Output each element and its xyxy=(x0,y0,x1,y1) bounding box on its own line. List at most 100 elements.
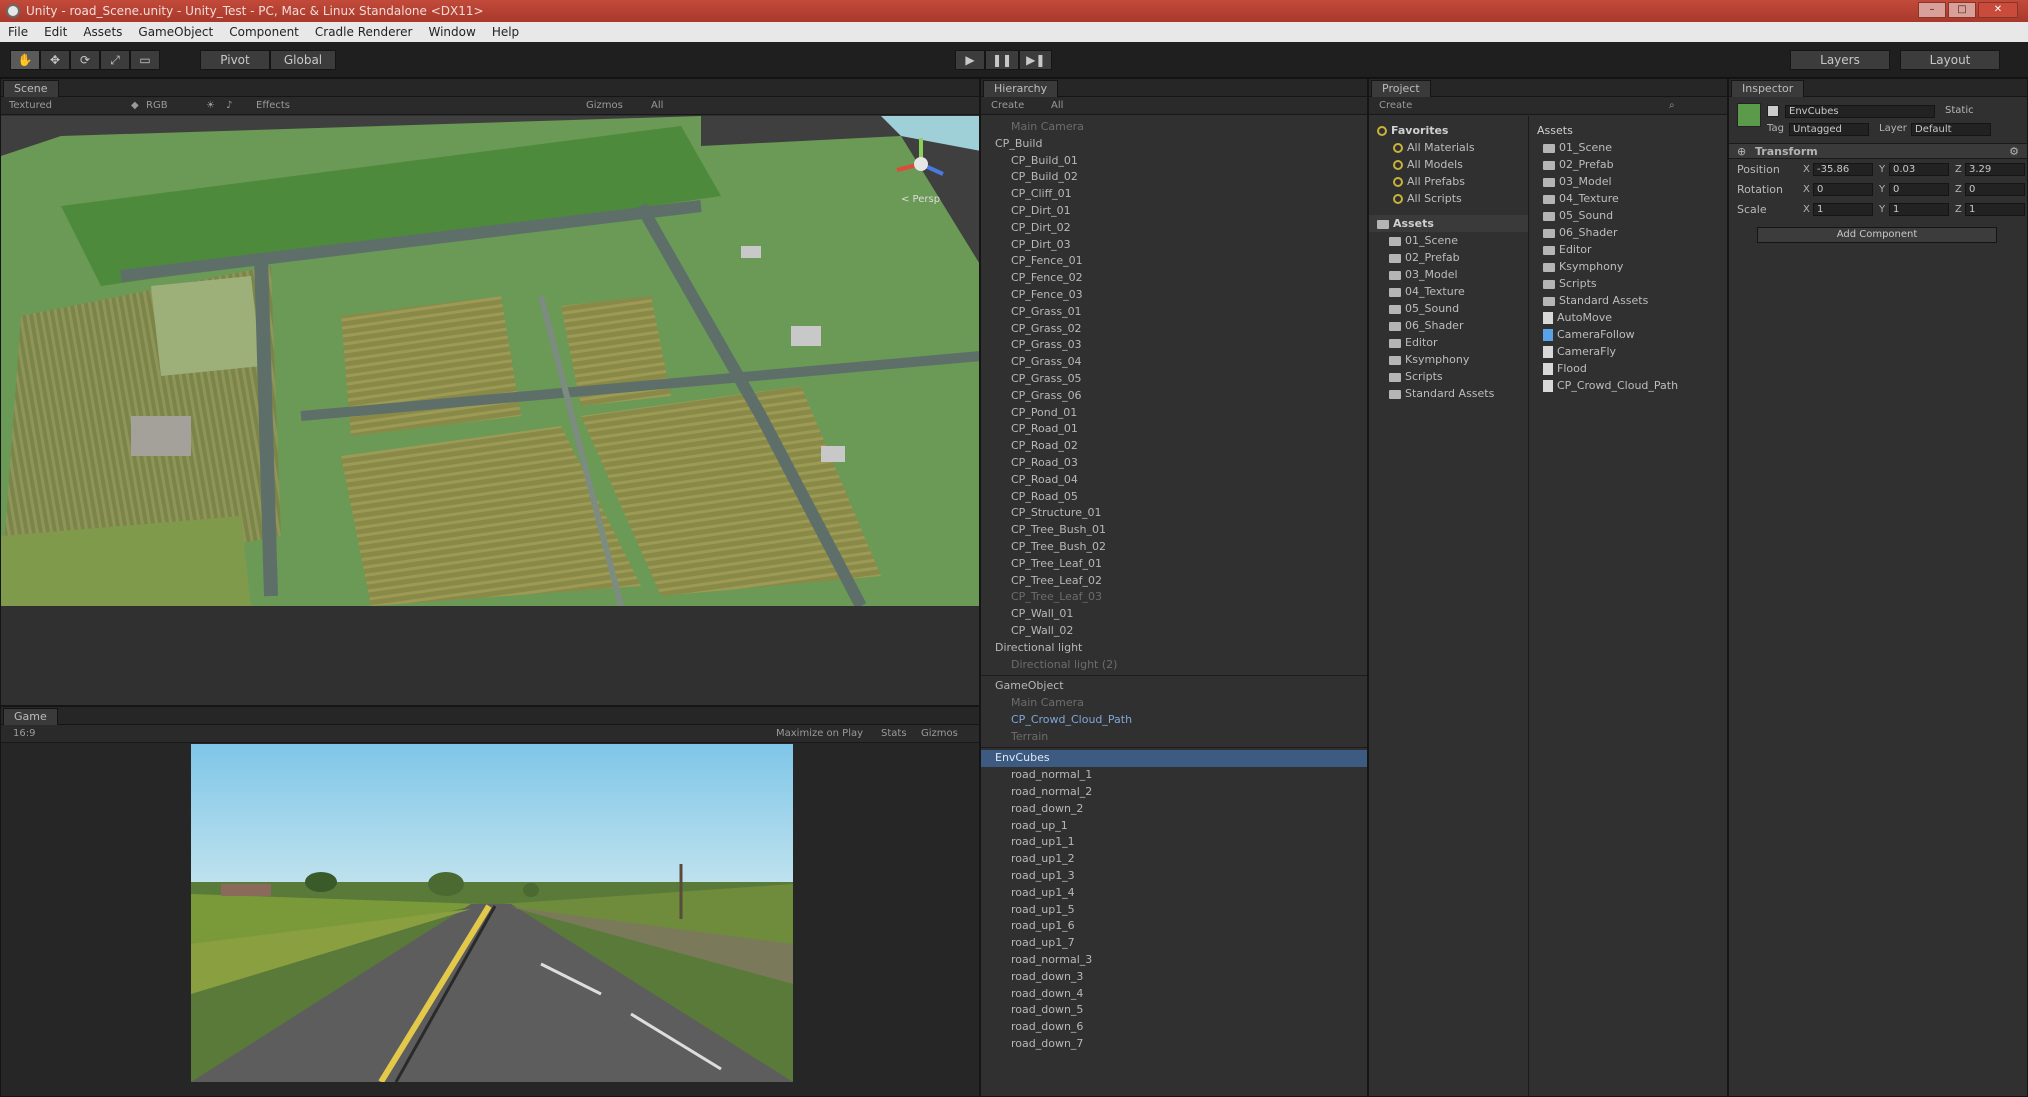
asset-item[interactable]: Ksymphony xyxy=(1531,258,1727,275)
layers-dropdown[interactable]: Layers xyxy=(1790,50,1890,70)
asset-item[interactable]: Standard Assets xyxy=(1531,292,1727,309)
folder-tree-item[interactable]: 02_Prefab xyxy=(1369,249,1528,266)
transform-scale-z-field[interactable]: 1 xyxy=(1965,203,2025,216)
hand-icon[interactable]: ✋ xyxy=(10,50,40,70)
hierarchy-item[interactable]: CP_Grass_02 xyxy=(981,321,1367,338)
game-gizmos-dropdown[interactable]: Gizmos xyxy=(921,728,958,739)
asset-item[interactable]: 03_Model xyxy=(1531,173,1727,190)
asset-item[interactable]: 04_Texture xyxy=(1531,190,1727,207)
hierarchy-item[interactable]: road_normal_1 xyxy=(981,767,1367,784)
hierarchy-item[interactable]: Directional light (2) xyxy=(981,657,1367,674)
hierarchy-item[interactable]: CP_Tree_Bush_02 xyxy=(981,539,1367,556)
hierarchy-item[interactable]: CP_Build_02 xyxy=(981,169,1367,186)
rotate-icon[interactable]: ⟳ xyxy=(70,50,100,70)
rect-icon[interactable]: ▭ xyxy=(130,50,160,70)
hierarchy-item[interactable]: road_up_1 xyxy=(981,818,1367,835)
hierarchy-item[interactable]: CP_Pond_01 xyxy=(981,405,1367,422)
transform-rotation-z-field[interactable]: 0 xyxy=(1965,183,2025,196)
play-button[interactable]: ▶ xyxy=(955,50,985,70)
static-toggle[interactable]: Static xyxy=(1945,105,1974,116)
favorite-item[interactable]: All Scripts xyxy=(1369,190,1528,207)
folder-tree-item[interactable]: Editor xyxy=(1369,334,1528,351)
transform-scale-x-field[interactable]: 1 xyxy=(1813,203,1873,216)
hierarchy-item[interactable]: road_down_7 xyxy=(981,1036,1367,1053)
object-name-field[interactable]: EnvCubes xyxy=(1785,105,1935,118)
hierarchy-item[interactable]: CP_Road_03 xyxy=(981,455,1367,472)
folder-tree-item[interactable]: 03_Model xyxy=(1369,266,1528,283)
gizmos-dropdown[interactable]: Gizmos xyxy=(586,100,623,111)
hierarchy-item[interactable]: road_up1_5 xyxy=(981,902,1367,919)
hierarchy-item[interactable]: CP_Wall_01 xyxy=(981,606,1367,623)
scene-search[interactable]: All xyxy=(651,100,663,111)
menu-help[interactable]: Help xyxy=(492,25,519,39)
menu-file[interactable]: File xyxy=(8,25,28,39)
tab-hierarchy[interactable]: Hierarchy xyxy=(983,80,1059,97)
hierarchy-item[interactable]: road_down_2 xyxy=(981,801,1367,818)
folder-tree-item[interactable]: 06_Shader xyxy=(1369,317,1528,334)
menu-gameobject[interactable]: GameObject xyxy=(138,25,213,39)
hierarchy-create-button[interactable]: Create xyxy=(991,100,1024,111)
hierarchy-item[interactable]: CP_Structure_01 xyxy=(981,505,1367,522)
folder-tree-item[interactable]: 05_Sound xyxy=(1369,300,1528,317)
tag-dropdown[interactable]: Untagged xyxy=(1789,123,1869,136)
hierarchy-item[interactable]: CP_Dirt_03 xyxy=(981,237,1367,254)
scale-icon[interactable]: ⤢ xyxy=(100,50,130,70)
2d-toggle[interactable]: ◆ xyxy=(131,100,139,111)
asset-item[interactable]: CP_Crowd_Cloud_Path xyxy=(1531,377,1727,394)
hierarchy-item[interactable]: road_up1_4 xyxy=(981,885,1367,902)
hierarchy-item[interactable]: road_down_6 xyxy=(981,1019,1367,1036)
asset-item[interactable]: 02_Prefab xyxy=(1531,156,1727,173)
folder-tree-item[interactable]: Scripts xyxy=(1369,368,1528,385)
folder-tree-item[interactable]: 04_Texture xyxy=(1369,283,1528,300)
folder-tree-item[interactable]: Standard Assets xyxy=(1369,385,1528,402)
hierarchy-search[interactable]: All xyxy=(1051,100,1063,111)
asset-item[interactable]: Editor xyxy=(1531,241,1727,258)
menu-component[interactable]: Component xyxy=(229,25,299,39)
stats-toggle[interactable]: Stats xyxy=(881,728,907,739)
transform-rotation-x-field[interactable]: 0 xyxy=(1813,183,1873,196)
hierarchy-item[interactable]: road_up1_1 xyxy=(981,834,1367,851)
menu-assets[interactable]: Assets xyxy=(83,25,122,39)
transform-position-z-field[interactable]: 3.29 xyxy=(1965,163,2025,176)
hierarchy-item[interactable]: Terrain xyxy=(981,729,1367,746)
tab-project[interactable]: Project xyxy=(1371,80,1431,97)
gear-icon[interactable]: ⚙ xyxy=(2009,145,2019,158)
effects-dropdown[interactable]: Effects xyxy=(256,100,290,111)
hierarchy-item[interactable]: CP_Road_01 xyxy=(981,421,1367,438)
hierarchy-item[interactable]: CP_Tree_Leaf_01 xyxy=(981,556,1367,573)
folder-tree-item[interactable]: Ksymphony xyxy=(1369,351,1528,368)
hierarchy-item[interactable]: CP_Road_04 xyxy=(981,472,1367,489)
favorite-item[interactable]: All Models xyxy=(1369,156,1528,173)
asset-item[interactable]: Flood xyxy=(1531,360,1727,377)
hierarchy-item[interactable]: road_normal_3 xyxy=(981,952,1367,969)
active-checkbox[interactable] xyxy=(1767,105,1779,117)
transform-header[interactable]: ⊕ Transform ⚙ xyxy=(1729,143,2027,159)
pivot-toggle[interactable]: Pivot xyxy=(200,50,270,70)
hierarchy-item[interactable]: CP_Grass_06 xyxy=(981,388,1367,405)
hierarchy-item[interactable]: CP_Road_02 xyxy=(981,438,1367,455)
asset-item[interactable]: CameraFollow xyxy=(1531,326,1727,343)
move-icon[interactable]: ✥ xyxy=(40,50,70,70)
menu-cradle-renderer[interactable]: Cradle Renderer xyxy=(315,25,413,39)
shading-dropdown[interactable]: Textured xyxy=(9,100,52,111)
transform-position-x-field[interactable]: -35.86 xyxy=(1813,163,1873,176)
hierarchy-item[interactable]: CP_Fence_01 xyxy=(981,253,1367,270)
hierarchy-item[interactable]: CP_Tree_Leaf_02 xyxy=(981,573,1367,590)
asset-item[interactable]: 05_Sound xyxy=(1531,207,1727,224)
hierarchy-item[interactable]: EnvCubes xyxy=(981,750,1367,768)
tab-game[interactable]: Game xyxy=(3,708,58,725)
hierarchy-item[interactable]: CP_Dirt_01 xyxy=(981,203,1367,220)
scene-viewport[interactable]: < Persp xyxy=(1,116,979,609)
layer-dropdown[interactable]: Default xyxy=(1911,123,1991,136)
add-component-button[interactable]: Add Component xyxy=(1757,227,1997,243)
hierarchy-item[interactable]: road_down_5 xyxy=(981,1002,1367,1019)
maximize-on-play-toggle[interactable]: Maximize on Play xyxy=(776,728,863,739)
pause-button[interactable]: ❚❚ xyxy=(985,50,1020,70)
tab-inspector[interactable]: Inspector xyxy=(1731,80,1805,97)
hierarchy-item[interactable]: Directional light xyxy=(981,640,1367,657)
step-button[interactable]: ▶❚ xyxy=(1019,50,1053,70)
hierarchy-item[interactable]: road_normal_2 xyxy=(981,784,1367,801)
menu-edit[interactable]: Edit xyxy=(44,25,67,39)
asset-item[interactable]: 06_Shader xyxy=(1531,224,1727,241)
asset-item[interactable]: AutoMove xyxy=(1531,309,1727,326)
